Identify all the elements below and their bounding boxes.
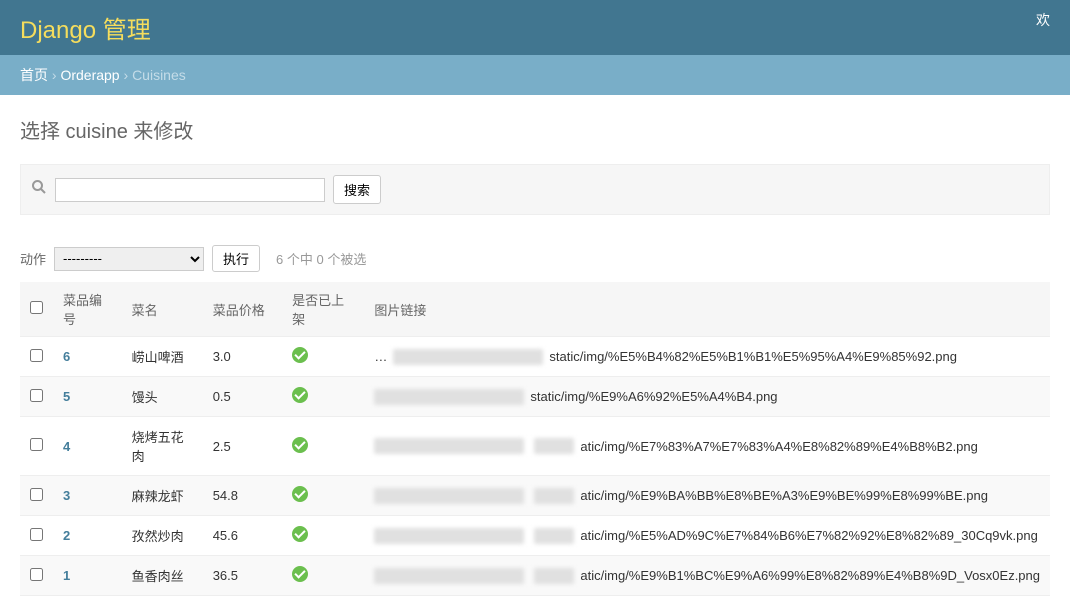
img-path-text: atic/img/%E9%BA%BB%E8%BE%A3%E9%BE%99%E8%… <box>580 488 988 503</box>
table-header-row: 菜品编号 菜名 菜品价格 是否已上架 图片链接 <box>20 282 1050 337</box>
row-checkbox[interactable] <box>30 438 43 451</box>
row-checkbox[interactable] <box>30 488 43 501</box>
table-row: 2 孜然炒肉45.6 atic/img/%E5%AD%9C%E7%84%B6%E7%… <box>20 516 1050 556</box>
check-icon <box>292 387 308 403</box>
search-button[interactable]: 搜索 <box>333 175 381 204</box>
col-header-id[interactable]: 菜品编号 <box>53 282 122 337</box>
row-id-link[interactable]: 3 <box>63 488 70 503</box>
check-icon <box>292 566 308 582</box>
check-icon <box>292 437 308 453</box>
row-id-link[interactable]: 6 <box>63 349 70 364</box>
blurred-segment <box>374 438 524 454</box>
row-checkbox[interactable] <box>30 349 43 362</box>
row-name: 馒头 <box>122 377 203 417</box>
blurred-segment <box>534 568 574 584</box>
page-title: 选择 cuisine 来修改 <box>20 115 1050 144</box>
row-id-link[interactable]: 2 <box>63 528 70 543</box>
img-path-text: atic/img/%E9%B1%BC%E9%A6%99%E8%82%89%E4%… <box>580 568 1040 583</box>
row-img-cell: atic/img/%E7%83%A7%E7%83%A4%E8%82%89%E4%… <box>374 438 1040 454</box>
breadcrumb-sep: › <box>120 67 132 83</box>
table-row: 4 烧烤五花肉2.5 atic/img/%E7%83%A7%E7%83%A4%E8%… <box>20 417 1050 476</box>
select-all-checkbox[interactable] <box>30 301 43 314</box>
content: 选择 cuisine 来修改 搜索 动作 --------- 执行 6 个中 0… <box>0 95 1070 616</box>
row-img-cell: … static/img/%E5%B4%82%E5%B1%B1%E5%95%A4%… <box>374 349 1040 365</box>
row-name: 麻辣龙虾 <box>122 476 203 516</box>
check-icon <box>292 486 308 502</box>
img-path-text: atic/img/%E7%83%A7%E7%83%A4%E8%82%89%E4%… <box>580 439 977 454</box>
row-img-cell: atic/img/%E9%BA%BB%E8%BE%A3%E9%BE%99%E8%… <box>374 488 1040 504</box>
img-path-text: atic/img/%E5%AD%9C%E7%84%B6%E7%82%92%E8%… <box>580 528 1037 543</box>
blurred-segment <box>393 349 543 365</box>
row-img-cell: atic/img/%E9%B1%BC%E9%A6%99%E8%82%89%E4%… <box>374 568 1040 584</box>
row-name: 孜然炒肉 <box>122 516 203 556</box>
row-price: 54.8 <box>203 476 282 516</box>
row-id-link[interactable]: 4 <box>63 439 70 454</box>
check-icon <box>292 347 308 363</box>
row-name: 崂山啤酒 <box>122 337 203 377</box>
col-header-price[interactable]: 菜品价格 <box>203 282 282 337</box>
table-row: 6 崂山啤酒3.0 … static/img/%E5%B4%82%E5%B1%B1%E… <box>20 337 1050 377</box>
brand-link[interactable]: Django 管理 <box>20 17 151 44</box>
blurred-segment <box>374 528 524 544</box>
search-icon <box>31 179 47 200</box>
row-checkbox[interactable] <box>30 568 43 581</box>
blurred-segment <box>374 568 524 584</box>
search-bar: 搜索 <box>20 164 1050 215</box>
results-table: 菜品编号 菜名 菜品价格 是否已上架 图片链接 6 崂山啤酒3.0 … static/… <box>20 282 1050 596</box>
blurred-segment <box>534 488 574 504</box>
blurred-segment <box>534 528 574 544</box>
action-select[interactable]: --------- <box>54 247 204 271</box>
row-price: 45.6 <box>203 516 282 556</box>
row-name: 鱼香肉丝 <box>122 556 203 596</box>
actions-label: 动作 <box>20 249 46 268</box>
breadcrumb-home[interactable]: 首页 <box>20 67 48 83</box>
img-path-text: static/img/%E9%A6%92%E5%A4%B4.png <box>530 389 777 404</box>
selection-count: 6 个中 0 个被选 <box>276 249 366 268</box>
row-name: 烧烤五花肉 <box>122 417 203 476</box>
welcome-text: 欢 <box>1036 10 1050 30</box>
img-path-text: static/img/%E5%B4%82%E5%B1%B1%E5%95%A4%E… <box>549 349 957 364</box>
check-icon <box>292 526 308 542</box>
table-row: 3 麻辣龙虾54.8 atic/img/%E9%BA%BB%E8%BE%A3%E9%… <box>20 476 1050 516</box>
row-id-link[interactable]: 5 <box>63 389 70 404</box>
row-price: 2.5 <box>203 417 282 476</box>
table-row: 1 鱼香肉丝36.5 atic/img/%E9%B1%BC%E9%A6%99%E8%… <box>20 556 1050 596</box>
breadcrumb-current: Cuisines <box>132 67 186 83</box>
action-go-button[interactable]: 执行 <box>212 245 260 272</box>
breadcrumb: 首页 › Orderapp › Cuisines <box>0 55 1070 95</box>
actions-bar: 动作 --------- 执行 6 个中 0 个被选 <box>20 235 1050 282</box>
blurred-segment <box>374 389 524 405</box>
row-checkbox[interactable] <box>30 389 43 402</box>
row-img-cell: static/img/%E9%A6%92%E5%A4%B4.png <box>374 389 1040 405</box>
row-checkbox[interactable] <box>30 528 43 541</box>
row-price: 0.5 <box>203 377 282 417</box>
row-img-cell: atic/img/%E5%AD%9C%E7%84%B6%E7%82%92%E8%… <box>374 528 1040 544</box>
col-header-shelf[interactable]: 是否已上架 <box>282 282 364 337</box>
admin-header: Django 管理 欢 <box>0 0 1070 55</box>
breadcrumb-app[interactable]: Orderapp <box>60 67 119 83</box>
table-row: 5 馒头0.5 static/img/%E9%A6%92%E5%A4%B4.png <box>20 377 1050 417</box>
row-price: 3.0 <box>203 337 282 377</box>
blurred-segment <box>534 438 574 454</box>
search-input[interactable] <box>55 178 325 202</box>
prefix-text: … <box>374 349 387 364</box>
row-id-link[interactable]: 1 <box>63 568 70 583</box>
breadcrumb-sep: › <box>48 67 60 83</box>
blurred-segment <box>374 488 524 504</box>
col-header-img[interactable]: 图片链接 <box>364 282 1050 337</box>
row-price: 36.5 <box>203 556 282 596</box>
col-header-name[interactable]: 菜名 <box>122 282 203 337</box>
